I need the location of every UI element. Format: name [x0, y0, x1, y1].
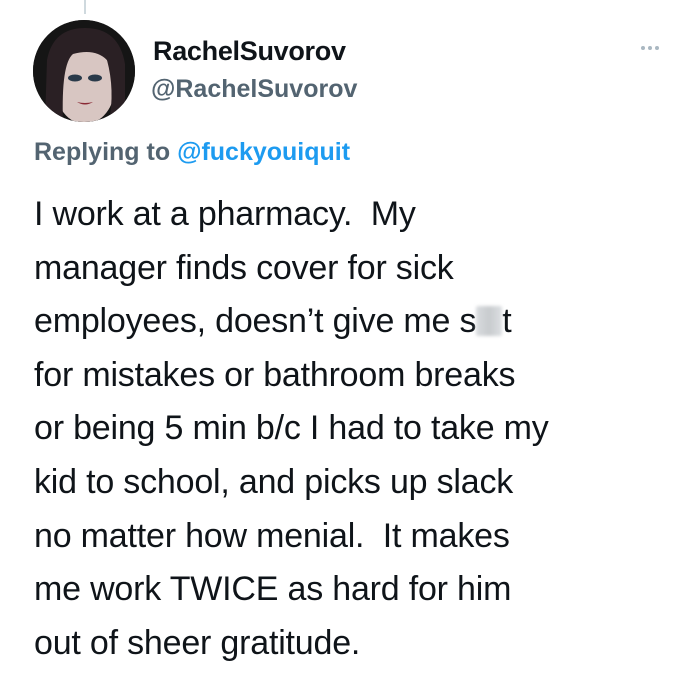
tweet-text-line: no matter how menial. It makes: [34, 516, 510, 555]
replying-to-prefix: Replying to: [34, 138, 178, 166]
tweet: RachelSuvorov @RachelSuvorov Replying to…: [0, 0, 700, 700]
avatar[interactable]: [33, 20, 135, 122]
tweet-text-line: kid to school, and picks up slack: [34, 462, 514, 501]
display-name[interactable]: RachelSuvorov: [153, 36, 346, 67]
profile-photo: [33, 20, 135, 122]
tweet-text-line: for mistakes or bathroom breaks: [34, 355, 516, 394]
tweet-text-line: employees, doesn’t give me s t: [34, 295, 684, 349]
user-handle[interactable]: @RachelSuvorov: [151, 75, 357, 104]
replying-to: Replying to @fuckyouiquit: [34, 138, 350, 167]
tweet-text: I work at a pharmacy. My manager finds c…: [34, 188, 684, 670]
more-options-icon[interactable]: [632, 36, 668, 60]
thread-connector-line: [84, 0, 86, 14]
reply-mention-link[interactable]: @fuckyouiquit: [177, 138, 350, 166]
tweet-text-segment: t: [502, 302, 512, 341]
tweet-text-line: or being 5 min b/c I had to take my: [34, 409, 549, 448]
censored-word-blur: [476, 306, 503, 337]
tweet-text-line: I work at a pharmacy. My: [34, 195, 416, 233]
tweet-text-line: manager finds cover for sick: [34, 248, 454, 287]
tweet-text-line: me work TWICE as hard for him: [34, 570, 512, 609]
tweet-text-segment: employees, doesn’t give me s: [34, 302, 477, 341]
tweet-text-line: out of sheer gratitude.: [34, 623, 361, 662]
